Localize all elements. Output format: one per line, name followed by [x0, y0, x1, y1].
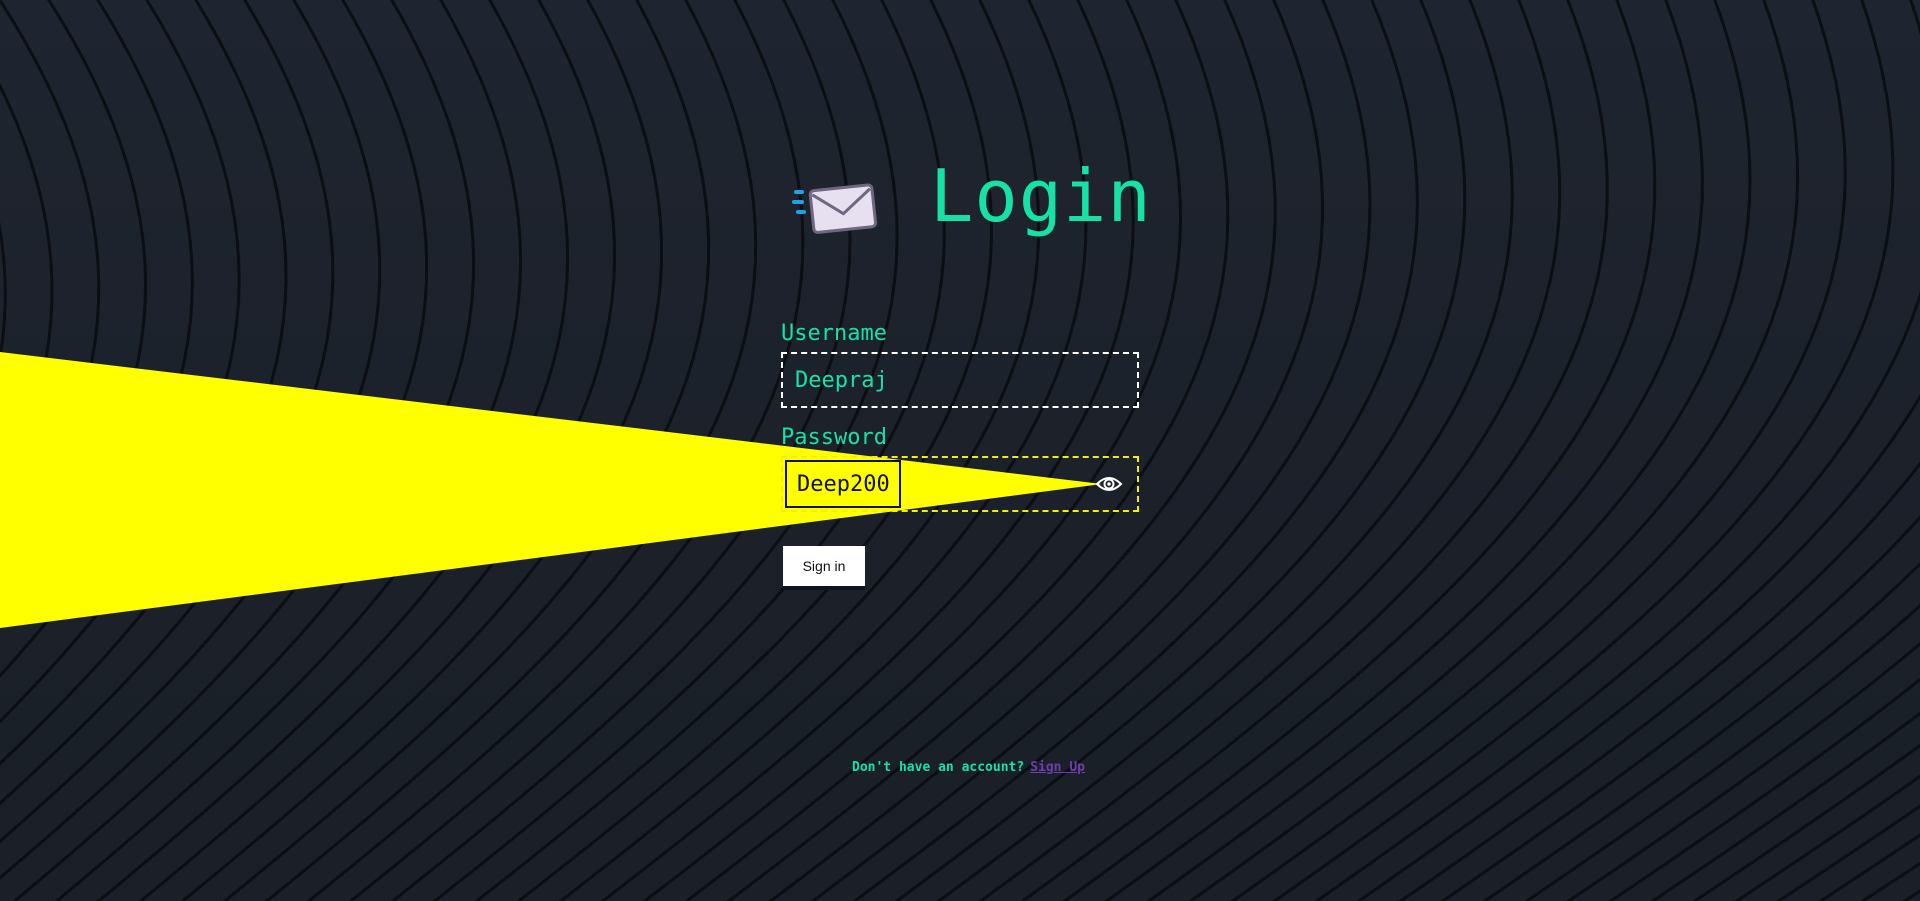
signup-prompt-text: Don't have an account? — [852, 760, 1025, 775]
wave-line — [1566, 642, 1920, 901]
wave-line — [96, 0, 570, 901]
signup-prompt: Don't have an account? Sign Up — [852, 760, 1085, 775]
username-field-wrapper — [781, 352, 1139, 408]
wave-line — [1188, 0, 1800, 901]
wave-line — [306, 0, 805, 901]
wave-line — [1902, 889, 1920, 901]
envelope-icon — [792, 183, 878, 234]
sign-up-link[interactable]: Sign Up — [1030, 760, 1085, 775]
wave-line — [1230, 0, 1847, 901]
password-input[interactable] — [785, 460, 901, 508]
wave-line — [1776, 804, 1920, 901]
wave-line — [1524, 603, 1920, 901]
wave-line — [0, 0, 241, 724]
wave-line — [0, 0, 382, 844]
password-field-wrapper — [781, 456, 1139, 512]
wave-line — [1650, 711, 1920, 901]
wave-line — [180, 0, 664, 901]
wave-line — [138, 0, 617, 901]
eye-icon[interactable] — [1095, 474, 1123, 494]
wave-line — [54, 0, 523, 901]
password-label: Password — [781, 425, 887, 450]
login-page: Login Username Password Sign in Don't ha… — [0, 0, 1920, 901]
wave-line — [12, 0, 476, 901]
username-label: Username — [781, 321, 887, 346]
wave-line — [1146, 0, 1752, 901]
wave-line — [222, 0, 711, 901]
wave-line — [0, 0, 288, 766]
wave-line — [1818, 833, 1920, 901]
wave-line — [1734, 774, 1920, 901]
wave-line — [0, 0, 194, 678]
login-form: Username Password Sign in — [781, 320, 1139, 586]
login-header: Login — [790, 150, 1152, 250]
username-input[interactable] — [783, 354, 1137, 406]
wave-line — [0, 221, 7, 366]
page-title: Login — [930, 154, 1152, 238]
sign-in-button[interactable]: Sign in — [783, 546, 865, 586]
wave-line — [0, 82, 54, 495]
